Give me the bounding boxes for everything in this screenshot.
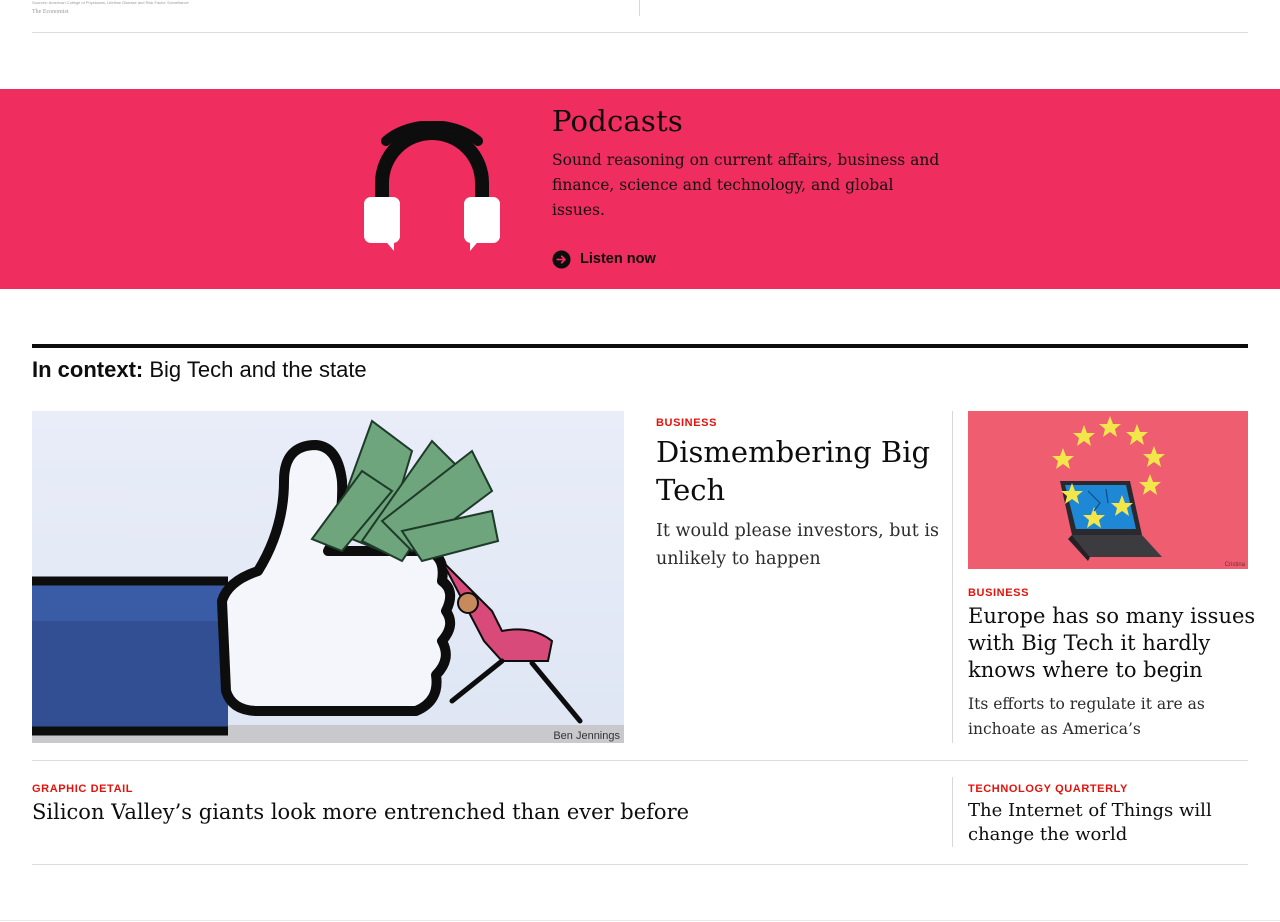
- technology-quarterly-section-label[interactable]: Technology Quarterly: [968, 783, 1128, 795]
- chart-source-note: Sources: American College of Physicians;…: [32, 0, 189, 5]
- row-divider: [32, 760, 1248, 761]
- podcasts-description: Sound reasoning on current affairs, busi…: [552, 151, 940, 219]
- chart-credit: The Economist: [32, 9, 69, 15]
- lead-description: It would please investors, but is unlike…: [656, 521, 939, 569]
- side-description: Its efforts to regulate it are as inchoa…: [968, 695, 1205, 738]
- column-divider: [639, 0, 640, 16]
- headphones-icon: [364, 121, 500, 251]
- lead-article-image[interactable]: Ben Jennings: [32, 411, 624, 743]
- lead-headline-link[interactable]: Dismembering Big Tech: [656, 433, 946, 509]
- technology-quarterly-headline-link[interactable]: The Internet of Things will change the w…: [968, 799, 1258, 847]
- context-label: In context:: [32, 357, 144, 382]
- section-divider: [32, 32, 1248, 33]
- side-section-label[interactable]: Business: [968, 587, 1029, 599]
- podcasts-title: Podcasts: [552, 104, 683, 138]
- graphic-detail-section-label[interactable]: Graphic detail: [32, 783, 133, 795]
- column-divider: [952, 777, 953, 847]
- lead-image-credit: Ben Jennings: [553, 730, 620, 742]
- side-image-credit: Cristina: [1225, 562, 1246, 568]
- listen-now-label: Listen now: [580, 251, 656, 267]
- column-divider: [952, 411, 953, 743]
- lead-section-label[interactable]: Business: [656, 417, 717, 429]
- side-article-image[interactable]: Cristina: [968, 411, 1248, 569]
- context-heading: In context: Big Tech and the state: [32, 357, 367, 383]
- context-top-rule: [32, 344, 1248, 348]
- listen-now-link[interactable]: Listen now: [552, 249, 656, 269]
- row-divider: [32, 864, 1248, 865]
- context-topic: Big Tech and the state: [149, 357, 367, 382]
- arrow-right-circle-icon: [552, 249, 571, 269]
- side-headline-link[interactable]: Europe has so many issues with Big Tech …: [968, 603, 1258, 684]
- graphic-detail-headline-link[interactable]: Silicon Valley’s giants look more entren…: [32, 798, 689, 826]
- page-divider: [0, 920, 1280, 921]
